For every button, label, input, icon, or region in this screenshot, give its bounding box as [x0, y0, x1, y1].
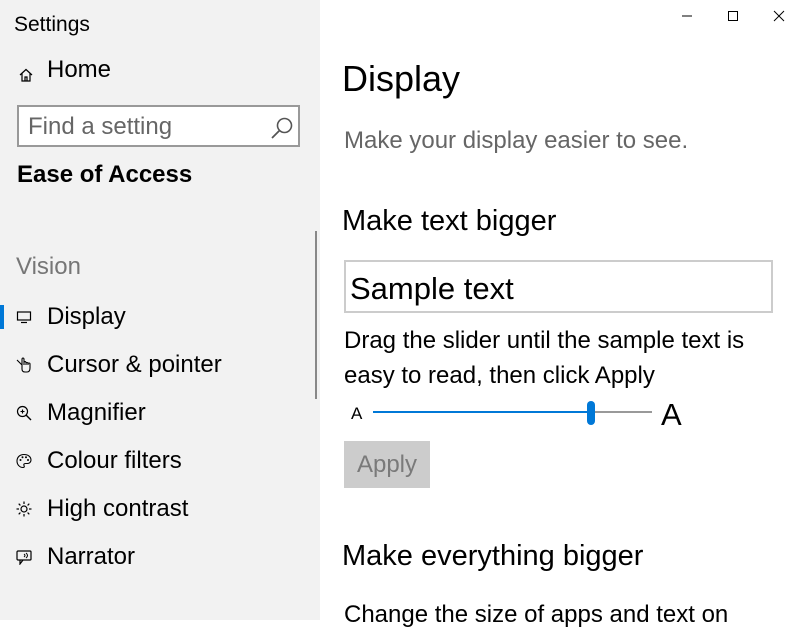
minimize-button[interactable] — [663, 0, 709, 32]
maximize-button[interactable] — [709, 0, 755, 32]
apply-button[interactable]: Apply — [344, 441, 430, 488]
sidebar-item-narrator[interactable]: Narrator — [0, 537, 320, 577]
narrator-icon — [16, 550, 32, 565]
home-label: Home — [47, 56, 112, 83]
search-box[interactable] — [17, 105, 300, 147]
cursor-icon — [16, 357, 31, 373]
search-icon[interactable] — [270, 116, 294, 140]
slider-track-filled[interactable] — [373, 411, 591, 413]
slider-max-label: A — [661, 397, 682, 432]
minimize-icon — [682, 15, 692, 17]
close-button[interactable] — [755, 0, 801, 32]
text-size-heading: Make text bigger — [342, 205, 557, 237]
everything-bigger-heading: Make everything bigger — [342, 540, 644, 572]
everything-bigger-description: Change the size of apps and text on — [344, 601, 729, 628]
palette-icon — [16, 453, 32, 469]
page-title: Display — [342, 58, 461, 99]
sidebar-item-label: Cursor & pointer — [47, 351, 222, 378]
sample-text-preview: Sample text — [344, 260, 773, 313]
close-icon — [773, 10, 785, 22]
app-title: Settings — [14, 13, 90, 36]
search-input[interactable] — [28, 113, 268, 141]
sidebar-item-label: Narrator — [47, 543, 136, 570]
sidebar-item-colour-filters[interactable]: Colour filters — [0, 441, 320, 481]
maximize-icon — [728, 11, 738, 21]
slider-instructions: Drag the slider until the sample text is… — [344, 327, 745, 389]
sidebar-item-cursor-pointer[interactable]: Cursor & pointer — [0, 345, 320, 385]
sidebar: Settings Home Ease of Access Vision Disp… — [0, 0, 320, 620]
brightness-icon — [16, 501, 32, 517]
text-size-slider[interactable]: A A — [344, 396, 689, 432]
sample-text: Sample text — [350, 271, 514, 306]
section-label-vision: Vision — [16, 253, 81, 280]
sidebar-item-magnifier[interactable]: Magnifier — [0, 393, 320, 433]
home-icon — [19, 68, 33, 82]
sidebar-item-label: Magnifier — [47, 399, 146, 426]
page-subtitle: Make your display easier to see. — [344, 127, 689, 154]
sidebar-scrollbar[interactable] — [315, 231, 317, 399]
home-nav-item[interactable]: Home — [0, 54, 320, 88]
sidebar-item-high-contrast[interactable]: High contrast — [0, 489, 320, 529]
display-icon — [16, 311, 32, 324]
sidebar-item-label: Colour filters — [47, 447, 182, 474]
sidebar-item-label: High contrast — [47, 495, 189, 522]
slider-min-label: A — [351, 404, 363, 423]
magnifier-icon — [16, 405, 32, 421]
sidebar-item-display[interactable]: Display — [0, 297, 320, 337]
slider-thumb[interactable] — [586, 401, 595, 425]
category-heading: Ease of Access — [17, 161, 193, 188]
slider-track[interactable] — [590, 411, 652, 413]
sidebar-item-label: Display — [47, 303, 126, 330]
